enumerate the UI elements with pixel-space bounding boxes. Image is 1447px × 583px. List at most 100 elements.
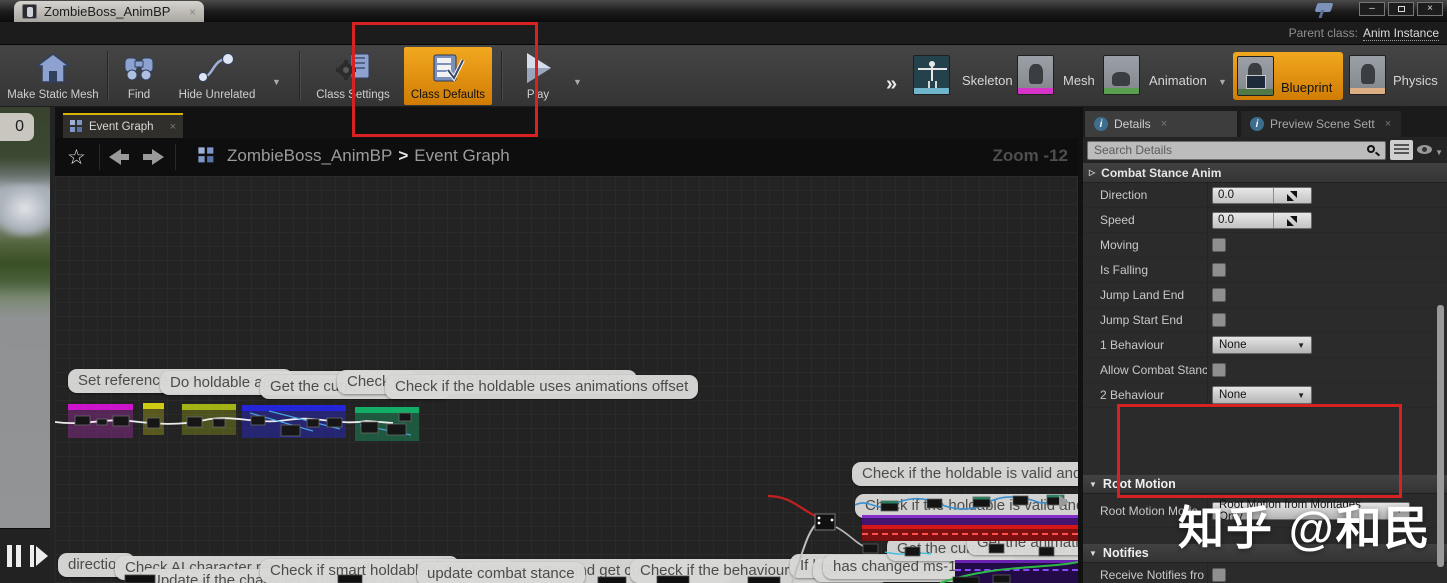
comment-label[interactable]: Check if the holdable is valid and get (852, 462, 1078, 486)
chevron-down-icon: ▼ (1435, 148, 1443, 157)
pause-button[interactable] (7, 545, 23, 567)
comment-box-blue[interactable] (242, 405, 346, 438)
nav-animation-label[interactable]: Animation (1149, 73, 1207, 88)
event-graph-tab-label: Event Graph (89, 121, 154, 133)
category-combat-stance-anim[interactable]: ▷ Combat Stance Anim (1083, 163, 1447, 183)
comment-box-purple[interactable] (862, 515, 1078, 525)
chevron-down-icon: ▼ (1289, 391, 1305, 400)
eye-icon (1417, 145, 1432, 154)
close-button[interactable]: × (1417, 2, 1443, 16)
tutorial-cap-icon[interactable] (1315, 3, 1334, 12)
graph-canvas[interactable]: Set reference to holdable actor Do holda… (55, 176, 1078, 583)
comment-box-olive[interactable] (182, 404, 236, 435)
playback-bar (0, 528, 50, 583)
annotation-red-box-root-motion (1117, 404, 1402, 498)
tab-preview-scene-settings[interactable]: i Preview Scene Sett × (1241, 111, 1401, 137)
comment-box-red[interactable] (862, 525, 1078, 541)
blurred-car (0, 185, 50, 237)
drag-diagonal-icon (1287, 191, 1297, 201)
mesh-thumbnail[interactable] (1017, 55, 1054, 95)
property-row-receive-notifies: Receive Notifies fro (1083, 563, 1447, 583)
comment-box-deep-purple[interactable] (955, 560, 1078, 583)
view-options-button[interactable]: ▼ (1417, 140, 1443, 160)
nav-mesh-label[interactable]: Mesh (1063, 73, 1095, 88)
toolbar-separator (107, 51, 108, 101)
jump-start-end-checkbox[interactable] (1212, 313, 1226, 327)
step-forward-button[interactable] (30, 545, 48, 567)
animbp-editor-window: ZombieBoss_AnimBP × – × Parent class:Ani… (0, 0, 1447, 583)
animation-caret-icon[interactable]: ▼ (1218, 77, 1227, 87)
toolbar-separator (299, 51, 300, 101)
animation-thumbnail[interactable] (1103, 55, 1140, 95)
separator (99, 144, 100, 170)
receive-notifies-checkbox[interactable] (1212, 568, 1226, 582)
property-row-direction: Direction 0.0 (1083, 183, 1447, 208)
comment-box-green[interactable] (355, 407, 419, 441)
property-matrix-button[interactable] (1390, 140, 1413, 160)
jump-land-end-checkbox[interactable] (1212, 288, 1226, 302)
preview-tab-close-icon[interactable]: × (1385, 118, 1391, 130)
forward-arrow-icon[interactable] (143, 149, 165, 164)
expander-arrow-icon: ▼ (1089, 549, 1097, 558)
direction-input[interactable]: 0.0 (1212, 187, 1312, 204)
house-icon (36, 47, 70, 89)
property-row-is-falling: Is Falling (1083, 258, 1447, 283)
comment-box-magenta[interactable] (68, 404, 133, 438)
parent-class-link[interactable]: Anim Instance (1363, 26, 1439, 41)
restore-button[interactable] (1388, 2, 1414, 16)
behaviour-2-dropdown[interactable]: None▼ (1212, 386, 1312, 404)
curve-nodes-icon (197, 47, 237, 89)
search-icon (1366, 144, 1379, 157)
nav-blueprint-label: Blueprint (1281, 80, 1332, 95)
viewport-photo (0, 107, 50, 541)
speed-input[interactable]: 0.0 (1212, 212, 1312, 229)
search-details-input[interactable]: Search Details (1087, 141, 1386, 160)
blueprint-thumbnail (1237, 56, 1274, 96)
tab-details[interactable]: i Details × (1085, 111, 1237, 137)
property-row-moving: Moving (1083, 233, 1447, 258)
details-tab-close-icon[interactable]: × (1161, 118, 1167, 130)
play-caret-icon[interactable]: ▼ (573, 77, 582, 87)
tab-event-graph[interactable]: Event Graph × (63, 113, 183, 138)
restore-icon (1398, 6, 1405, 12)
find-label: Find (128, 89, 150, 101)
search-placeholder: Search Details (1094, 143, 1172, 157)
is-falling-checkbox[interactable] (1212, 263, 1226, 277)
property-row-1-behaviour: 1 Behaviour None▼ (1083, 333, 1447, 358)
hide-unrelated-caret-icon[interactable]: ▼ (272, 77, 281, 87)
make-static-mesh-button[interactable]: Make Static Mesh (2, 47, 104, 105)
mesh-thumb-ground (1018, 88, 1053, 94)
favorite-star-icon[interactable]: ☆ (67, 145, 86, 170)
physics-thumbnail[interactable] (1349, 55, 1386, 95)
menu-sub-bar: Parent class:Anim Instance (0, 22, 1447, 45)
animation-thumb-ground (1104, 88, 1139, 94)
skeleton-thumb-ground (914, 88, 949, 94)
blueprint-nav-active[interactable]: Blueprint (1233, 52, 1343, 100)
asset-tab-title: ZombieBoss_AnimBP (44, 4, 170, 19)
property-row-allow-combat-stance: Allow Combat Stance (1083, 358, 1447, 383)
asset-tab[interactable]: ZombieBoss_AnimBP × (14, 1, 204, 22)
asset-tab-close-icon[interactable]: × (189, 5, 196, 19)
title-bar: ZombieBoss_AnimBP × – × (0, 0, 1447, 22)
find-button[interactable]: Find (113, 47, 165, 105)
minimize-button[interactable]: – (1359, 2, 1385, 16)
allow-combat-stance-checkbox[interactable] (1212, 363, 1226, 377)
overflow-chevron-icon[interactable]: » (886, 73, 894, 96)
details-search-row: Search Details ▼ (1083, 137, 1447, 163)
back-arrow-icon[interactable] (109, 149, 131, 164)
comment-label[interactable]: update combat stance (417, 562, 585, 583)
breadcrumb[interactable]: ZombieBoss_AnimBP>Event Graph (227, 146, 510, 166)
comment-label[interactable]: Check if the holdable uses animations of… (385, 375, 698, 399)
behaviour-1-dropdown[interactable]: None▼ (1212, 336, 1312, 354)
nav-physics-label[interactable]: Physics (1393, 73, 1438, 88)
make-static-mesh-label: Make Static Mesh (7, 89, 98, 101)
event-graph-tab-close-icon[interactable]: × (170, 121, 176, 133)
details-scrollbar[interactable] (1437, 305, 1444, 567)
hide-unrelated-button[interactable]: Hide Unrelated (169, 47, 265, 105)
skeleton-thumbnail[interactable] (913, 55, 950, 95)
separator (175, 144, 176, 170)
nav-skeleton-label[interactable]: Skeleton (962, 73, 1013, 88)
binoculars-icon (122, 47, 156, 89)
comment-box-yellow[interactable] (143, 403, 164, 435)
moving-checkbox[interactable] (1212, 238, 1226, 252)
